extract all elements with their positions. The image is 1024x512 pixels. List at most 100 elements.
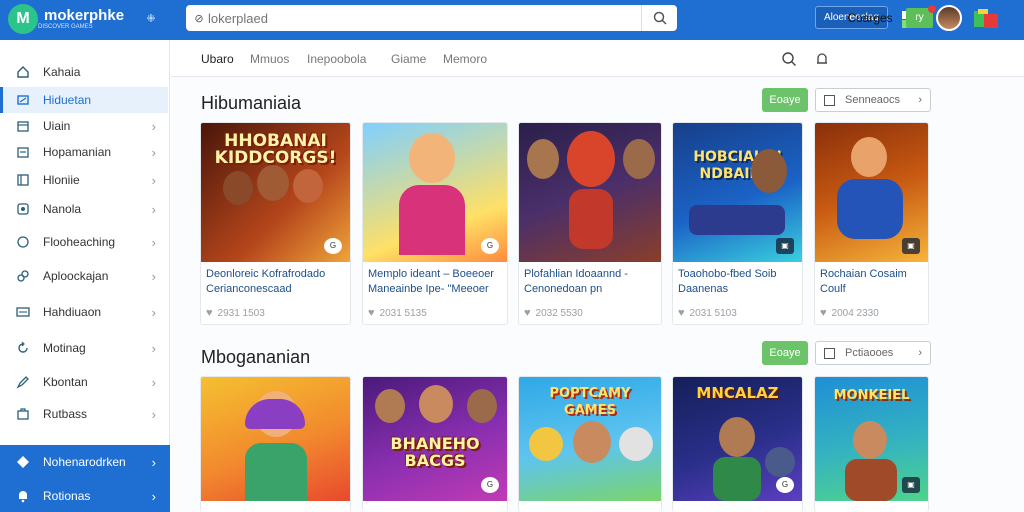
tab-memoro[interactable]: Memoro <box>443 52 487 66</box>
character-art <box>223 171 253 205</box>
alert-dot <box>928 5 936 13</box>
search-bar: ⊘ <box>186 5 677 31</box>
sidebar-item-label: Kbontan <box>43 375 88 389</box>
pen-icon <box>15 375 31 389</box>
sidebar-item-kahaia[interactable]: Kahaia <box>0 59 168 85</box>
sidebar-item-hiduetan[interactable]: Hiduetan <box>0 87 168 113</box>
tab-ubaro[interactable]: Ubaro <box>201 52 234 66</box>
character-art <box>751 149 787 193</box>
app-tagline: DISCOVER GAMES <box>38 23 93 30</box>
card-meta: ♥ 2032 5530 <box>524 307 583 319</box>
character-art <box>467 389 497 423</box>
card-meta: ♥ 2931 1503 <box>206 307 265 319</box>
tab-inepoobola[interactable]: Inepoobola <box>307 52 366 66</box>
sidebar-item-label: Hahdiuaon <box>43 305 102 319</box>
chevron-right-icon: › <box>151 201 156 217</box>
game-thumbnail: MNCALAZ G <box>673 377 802 501</box>
game-card[interactable]: MONKEIEL ▣ <box>814 376 929 512</box>
game-thumbnail: HOBCIAIAN NDBAIIBS ▣ <box>673 123 802 262</box>
game-card[interactable]: HOBCIAIAN NDBAIIBS ▣ Toaohobo-fbed Soib … <box>672 122 803 325</box>
apps-grid-icon[interactable]: ⁜ <box>142 10 160 28</box>
section-filter-select[interactable]: Pctiaooes › <box>815 341 931 365</box>
bag-icon <box>15 407 31 421</box>
card-meta: ♥ 2031 5103 <box>678 307 737 319</box>
game-card[interactable] <box>200 376 351 512</box>
gamepad-icon <box>15 93 31 107</box>
inbox-icon <box>15 145 31 159</box>
game-card[interactable]: ▣ Rochaian Cosaim Coulf ♥ 2004 2330 <box>814 122 929 325</box>
user-avatar[interactable] <box>936 5 962 31</box>
character-art <box>257 165 289 201</box>
moon-icon <box>15 235 31 249</box>
section-title: Mbogananian <box>201 347 311 367</box>
sidebar-item-label: Rutbass <box>43 407 88 421</box>
sidebar-item-flooheaching[interactable]: Flooheaching › <box>0 229 168 255</box>
heart-icon: ♥ <box>524 307 531 319</box>
link-icon <box>15 269 31 283</box>
chevron-right-icon: › <box>151 172 156 188</box>
sidebar-item-kbontan[interactable]: Kbontan › <box>0 369 168 395</box>
game-thumbnail: POPTCAMY GAMES <box>519 377 661 501</box>
character-art <box>399 185 465 255</box>
checkbox-icon <box>824 94 835 106</box>
sidebar-item-label: Hopamanian <box>43 145 112 159</box>
search-input[interactable] <box>208 6 641 30</box>
checkbox-icon <box>824 347 835 359</box>
sidebar-item-hloniie[interactable]: Hloniie › <box>0 167 168 193</box>
tab-bar: Ubaro Mmuos Inepoobola Giame Memoro <box>171 40 1024 77</box>
diamond-icon <box>15 455 31 469</box>
character-art <box>623 139 655 179</box>
app-logo[interactable]: M mokerphke DISCOVER GAMES <box>8 4 124 34</box>
game-card[interactable]: BHANEHO BACGS G <box>362 376 508 512</box>
home-icon <box>15 65 31 79</box>
game-art-title: BHANEHO BACGS <box>390 434 480 470</box>
game-card[interactable]: POPTCAMY GAMES <box>518 376 662 512</box>
character-art <box>245 399 305 429</box>
sidebar: Kahaia Hiduetan Uiain › Hopamanian › Hlo… <box>0 40 170 512</box>
tab-coarges[interactable]: Coarges <box>845 0 895 37</box>
sidebar-item-rutbass[interactable]: Rutbass › <box>0 401 168 427</box>
game-art-title: POPTCAMY GAMES <box>549 386 631 418</box>
chevron-right-icon: › <box>151 234 156 250</box>
bell-icon <box>15 489 31 503</box>
sidebar-item-uiain[interactable]: Uiain › <box>0 113 168 139</box>
character-art <box>851 137 887 177</box>
game-thumbnail <box>519 123 661 262</box>
section-save-button[interactable]: Eoaye <box>762 88 808 112</box>
character-art <box>837 179 903 239</box>
tab-mmuos[interactable]: Mmuos <box>250 52 289 66</box>
calendar-icon <box>15 119 31 133</box>
gift-icon[interactable] <box>972 8 998 30</box>
game-badge-icon: ▣ <box>902 238 920 254</box>
character-art <box>713 457 761 501</box>
search-icon[interactable] <box>781 51 797 67</box>
sidebar-item-hopamanian[interactable]: Hopamanian › <box>0 139 168 165</box>
game-art-title: MONKEIEL <box>833 388 910 403</box>
game-thumbnail: MONKEIEL ▣ <box>815 377 928 501</box>
notification-badge-button[interactable]: ry <box>906 5 936 28</box>
sidebar-bottom-nohenarodrken[interactable]: Nohenarodrken › <box>0 445 170 479</box>
sidebar-item-label: Hiduetan <box>43 93 92 107</box>
game-card[interactable]: G Memplo ideant – Boeeoer Maneainbe Ipe-… <box>362 122 508 325</box>
sidebar-item-motinag[interactable]: Motinag › <box>0 335 168 361</box>
sidebar-item-nanola[interactable]: Nanola › <box>0 196 168 222</box>
section-save-button[interactable]: Eoaye <box>762 341 808 365</box>
game-card[interactable]: Plofahlian Idoaannd - Cenonedoan pn ♥ 203… <box>518 122 662 325</box>
chevron-right-icon: › <box>151 406 156 422</box>
character-art <box>529 427 563 461</box>
card-title: Rochaian Cosaim Coulf <box>820 268 907 295</box>
filter-label: Pctiaooes <box>845 347 894 359</box>
game-badge-icon: ▣ <box>902 477 920 493</box>
game-card[interactable]: HHOBANAI KIDDCORGS! G Deonloreic Kofrafr… <box>200 122 351 325</box>
bell-icon[interactable] <box>814 51 830 67</box>
card-meta-value: 2031 5103 <box>689 307 737 319</box>
sidebar-bottom-rotionas[interactable]: Rotionas › <box>0 479 170 512</box>
game-card[interactable]: MNCALAZ G <box>672 376 803 512</box>
sidebar-item-hahdiuaon[interactable]: Hahdiuaon › <box>0 299 168 325</box>
search-button[interactable] <box>641 5 677 31</box>
character-art <box>845 459 897 501</box>
sidebar-item-aploockajan[interactable]: Aploockajan › <box>0 263 168 289</box>
tab-giame[interactable]: Giame <box>391 52 426 66</box>
chevron-right-icon: › <box>151 340 156 356</box>
section-filter-select[interactable]: Senneaocs › <box>815 88 931 112</box>
